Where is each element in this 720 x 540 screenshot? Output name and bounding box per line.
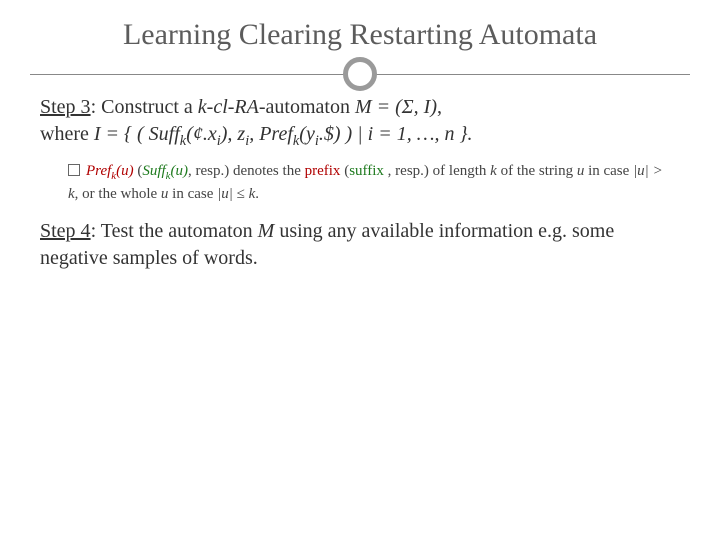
bullet-box-icon	[68, 164, 80, 176]
sub-resp1: , resp.) denotes the	[188, 163, 305, 179]
step3-subnote: Prefk(u) (Suffk(u), resp.) denotes the p…	[40, 161, 680, 204]
sub-k6: k	[68, 186, 75, 202]
sub-period: .	[255, 186, 259, 202]
step3-where: where	[40, 123, 94, 145]
step3-suffarg: (¢.x	[186, 123, 217, 145]
step4-label: Step 4	[40, 220, 91, 242]
step4-M: M	[258, 220, 275, 242]
step3-kcl: k-cl-RA	[198, 96, 259, 118]
sub-u2: (u)	[170, 163, 188, 179]
step3-label: Step 3	[40, 96, 91, 118]
sub-absu2: |u|	[217, 186, 233, 202]
sub-tail2: in case	[584, 163, 633, 179]
step4-block: Step 4: Test the automaton M using any a…	[40, 218, 680, 272]
step3-Iopen: I = { ( Suff	[94, 123, 180, 145]
sub-tail1: of the string	[497, 163, 577, 179]
step3-sep: , Pref	[249, 123, 293, 145]
step3-lead: : Construct a	[91, 96, 198, 118]
step3-aftersuff: ), z	[221, 123, 245, 145]
sub-resp2: , resp.) of length	[384, 163, 490, 179]
step3-prefarg: (y	[299, 123, 315, 145]
slide-content: Step 3: Construct a k-cl-RA-automaton M …	[0, 74, 720, 272]
sub-suffix: suffix	[349, 163, 384, 179]
step4-lead: : Test the automaton	[91, 220, 258, 242]
sub-le: ≤	[233, 186, 249, 202]
sub-pref: Pref	[86, 163, 111, 179]
sub-u1: (u)	[116, 163, 134, 179]
step3-block: Step 3: Construct a k-cl-RA-automaton M …	[40, 94, 680, 151]
step3-prefclose: .$) ) | i = 1, …, n }.	[319, 123, 473, 145]
sub-gt: >	[649, 163, 663, 179]
sub-tail3: , or the whole	[75, 186, 161, 202]
sub-suff: Suff	[142, 163, 165, 179]
slide: Learning Clearing Restarting Automata St…	[0, 0, 720, 540]
step3-comma: ,	[437, 96, 442, 118]
sub-spaceopen: (	[340, 163, 349, 179]
sub-k5: k	[490, 163, 497, 179]
step3-M: M = (Σ, I)	[355, 96, 437, 118]
sub-prefix: prefix	[305, 163, 341, 179]
divider-circle-icon	[343, 57, 377, 91]
sub-tail4: in case	[168, 186, 217, 202]
sub-absu1: |u|	[633, 163, 649, 179]
step3-mid1: -automaton	[259, 96, 355, 118]
